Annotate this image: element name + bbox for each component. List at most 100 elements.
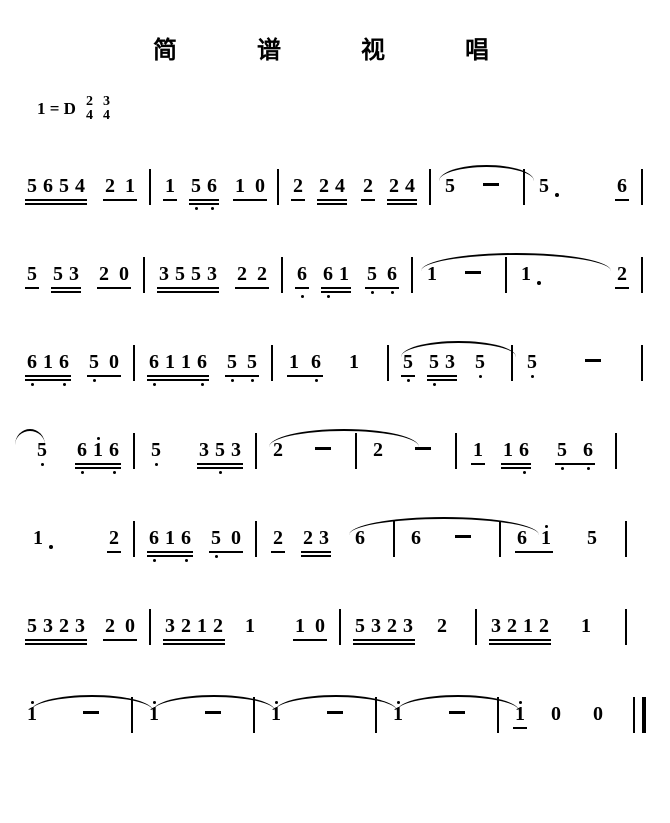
note: 1: [91, 439, 105, 462]
note: 1: [471, 439, 485, 462]
barline: [505, 257, 507, 293]
score-title: 简 谱 视 唱: [25, 30, 645, 65]
note: 3: [317, 527, 331, 550]
barline: [253, 697, 255, 733]
note: 5: [51, 263, 65, 286]
dash: [455, 535, 471, 538]
score-staff: 5 6 5 4 2 1 1 5 6 1 0 2 2 4: [25, 157, 645, 755]
note: 6: [195, 351, 209, 374]
note: 3: [205, 263, 219, 286]
barline: [497, 697, 499, 733]
barline: [625, 609, 627, 645]
note: 2: [271, 527, 285, 550]
tie: [421, 253, 611, 271]
dash: [83, 711, 99, 714]
note: 5: [225, 351, 239, 374]
note: 5: [25, 263, 39, 286]
note: 5: [57, 175, 71, 198]
note: 5: [213, 439, 227, 462]
note: 2: [537, 615, 551, 638]
barline: [641, 345, 643, 381]
note: 5: [173, 263, 187, 286]
note: 2: [301, 527, 315, 550]
note: 1: [287, 351, 301, 374]
tie: [349, 517, 539, 535]
barline: [455, 433, 457, 469]
barline: [149, 609, 151, 645]
note: 3: [443, 351, 457, 374]
time-sig-1: 2 4: [86, 95, 93, 123]
note: 5: [585, 527, 599, 550]
note: 2: [505, 615, 519, 638]
note: 1: [347, 351, 361, 374]
barline: [271, 345, 273, 381]
tie: [397, 695, 519, 711]
note: 2: [211, 615, 225, 638]
tie: [153, 695, 275, 711]
note: 2: [371, 439, 385, 462]
barline: [475, 609, 477, 645]
note: 1: [147, 703, 161, 726]
barline: [523, 169, 525, 205]
barline: [133, 345, 135, 381]
note: 0: [591, 703, 605, 726]
final-barline: [633, 697, 646, 733]
note: 2: [385, 615, 399, 638]
note: 1: [41, 351, 55, 374]
note: 6: [147, 527, 161, 550]
staff-line-1: 5 6 5 4 2 1 1 5 6 1 0 2 2 4: [25, 157, 645, 227]
note: 5: [25, 615, 39, 638]
note: 0: [549, 703, 563, 726]
barline: [339, 609, 341, 645]
note: 3: [73, 615, 87, 638]
note: 1: [579, 615, 593, 638]
note: 0: [117, 263, 131, 286]
note: 5: [537, 175, 551, 198]
note: 0: [313, 615, 327, 638]
note: 2: [103, 175, 117, 198]
note: 1: [519, 263, 533, 286]
note: 2: [57, 615, 71, 638]
note: 5: [555, 439, 569, 462]
note: 1: [25, 703, 39, 726]
note: 0: [229, 527, 243, 550]
note: 5: [365, 263, 379, 286]
note: 2: [103, 615, 117, 638]
note: 6: [409, 527, 423, 550]
note: 0: [253, 175, 267, 198]
dash: [327, 711, 343, 714]
note: 3: [197, 439, 211, 462]
note: 6: [25, 351, 39, 374]
barline: [429, 169, 431, 205]
note: 1: [179, 351, 193, 374]
note: 5: [525, 351, 539, 374]
note: 1: [513, 703, 527, 726]
note: 1: [337, 263, 351, 286]
note: 2: [317, 175, 331, 198]
note: 1: [123, 175, 137, 198]
barline: [149, 169, 151, 205]
barline: [143, 257, 145, 293]
note: 5: [473, 351, 487, 374]
note: 2: [179, 615, 193, 638]
barline: [255, 433, 257, 469]
note: 3: [401, 615, 415, 638]
barline: [641, 169, 643, 205]
staff-line-7: 1 1 1 1 1 0 0: [25, 685, 645, 755]
note: 1: [163, 351, 177, 374]
note: 5: [209, 527, 223, 550]
barline: [375, 697, 377, 733]
note: 2: [387, 175, 401, 198]
note: 6: [385, 263, 399, 286]
note: 6: [179, 527, 193, 550]
tie: [275, 695, 397, 711]
note: 6: [75, 439, 89, 462]
note: 1: [163, 527, 177, 550]
note: 1: [521, 615, 535, 638]
note: 6: [147, 351, 161, 374]
dash: [449, 711, 465, 714]
dash: [483, 183, 499, 186]
time-sig-2: 3 4: [103, 95, 110, 123]
barline: [281, 257, 283, 293]
note: 4: [73, 175, 87, 198]
